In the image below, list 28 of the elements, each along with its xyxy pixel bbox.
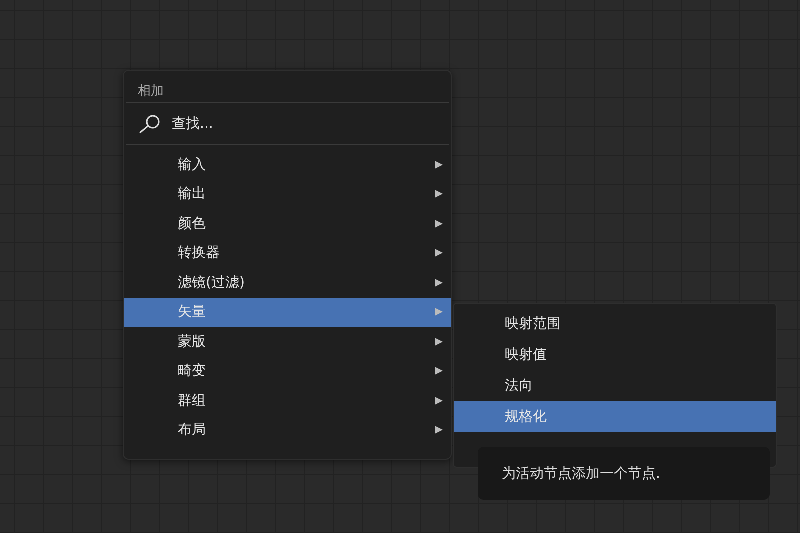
- search-item[interactable]: 查找...: [124, 103, 451, 144]
- submenu-arrow-icon: [435, 396, 443, 405]
- submenu-item[interactable]: 映射范围: [454, 308, 776, 339]
- menu-item[interactable]: 转换器: [124, 238, 451, 268]
- menu-item[interactable]: 群组: [124, 386, 451, 416]
- menu-item[interactable]: 布局: [124, 416, 451, 445]
- submenu-arrow-icon: [435, 190, 443, 198]
- submenu-arrow-icon: [435, 220, 443, 228]
- submenu-item[interactable]: 规格化: [454, 401, 776, 432]
- submenu-item[interactable]: 映射值: [454, 339, 776, 370]
- submenu-arrow-icon: [435, 160, 443, 169]
- menu-item[interactable]: 颜色: [124, 209, 451, 238]
- menu-item[interactable]: 输出: [124, 180, 451, 209]
- menu-item[interactable]: 畸变: [124, 356, 451, 386]
- submenu-arrow-icon: [435, 249, 443, 258]
- submenu-arrow-icon: [435, 367, 443, 376]
- tooltip-text: 为活动节点添加一个节点.: [502, 464, 660, 482]
- submenu-item[interactable]: 法向: [454, 370, 776, 401]
- submenu-arrow-icon: [435, 426, 443, 434]
- menu-item[interactable]: 蒙版: [124, 327, 451, 356]
- menu-title: 相加: [137, 83, 165, 101]
- menu-item[interactable]: 矢量: [124, 298, 451, 327]
- menu-item[interactable]: 输入: [124, 150, 451, 180]
- menu-item[interactable]: 滤镜(过滤): [124, 268, 451, 298]
- search-icon: [138, 114, 162, 134]
- submenu-arrow-icon: [435, 338, 443, 346]
- submenu-arrow-icon: [435, 278, 443, 287]
- submenu-arrow-icon: [435, 308, 443, 316]
